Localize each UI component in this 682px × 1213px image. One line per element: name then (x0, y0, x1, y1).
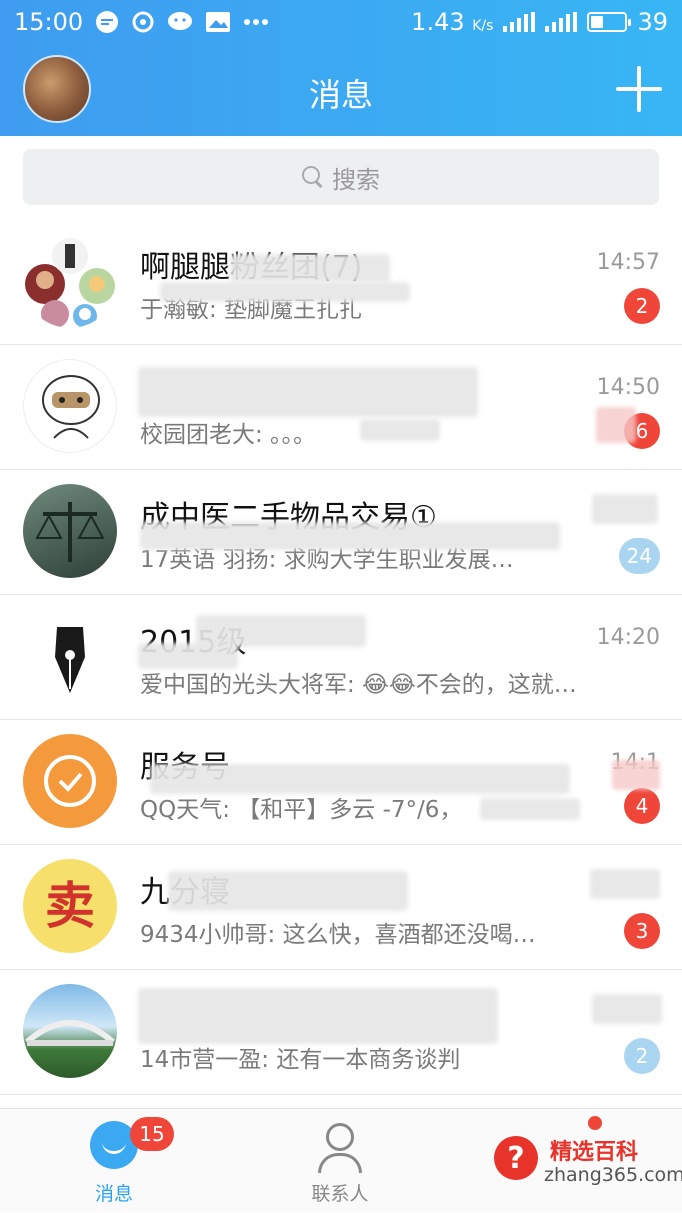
tab-messages[interactable]: 15 消息 (54, 1109, 174, 1213)
cartoon-avatar (23, 359, 117, 453)
watermark: ? 精选百科 zhang365.com (494, 1132, 682, 1192)
signal-icon (503, 12, 536, 32)
blurred-region (480, 798, 580, 820)
conversation-row[interactable]: 2015级 爱中国的光头大将军: 😂😂不会的，这就… 14:20 (0, 595, 682, 720)
signal-4g-icon (545, 12, 578, 32)
search-area: 搜索 (0, 136, 682, 220)
conversation-row[interactable]: 校园团老大: 。。。 14:50 6 (0, 345, 682, 470)
sell-avatar: 卖 (23, 859, 117, 953)
question-icon: ? (494, 1136, 538, 1180)
tab-contacts[interactable]: 联系人 (280, 1109, 400, 1213)
unread-badge: 3 (624, 913, 660, 949)
search-icon (302, 166, 324, 188)
page-title: 消息 (308, 76, 373, 114)
tab-label: 消息 (94, 1183, 133, 1205)
app-header: 15:00 1.43 K/s 39 消息 (0, 0, 682, 136)
blurred-region (592, 494, 658, 524)
unread-badge: 24 (618, 538, 660, 574)
conversation-row[interactable]: 啊腿腿粉丝团(7) 于瀚敏: 垫脚魔王扎扎 14:57 2 (0, 220, 682, 345)
watermark-subtitle: zhang365.com (544, 1164, 682, 1186)
conversation-time: 14:50 (596, 375, 660, 400)
blurred-region (140, 522, 560, 550)
blurred-region (596, 407, 636, 443)
blurred-region (592, 994, 662, 1024)
notification-dot (588, 1116, 602, 1130)
search-input[interactable]: 搜索 (23, 149, 659, 205)
svg-text:卖: 卖 (45, 877, 95, 935)
conversation-preview: 14市营一盈: 还有一本商务谈判 (140, 1047, 461, 1073)
blurred-region (150, 764, 570, 794)
conversation-preview: 爱中国的光头大将军: 😂😂不会的，这就… (140, 672, 577, 698)
blurred-region (168, 871, 408, 911)
pen-nib-avatar (23, 609, 117, 703)
unread-badge: 2 (624, 1038, 660, 1074)
title-bar: 消息 (0, 44, 682, 136)
blurred-region (230, 254, 390, 282)
conversation-time: 14:20 (596, 625, 660, 650)
conversation-time: 14:57 (596, 250, 660, 275)
blurred-region (138, 988, 498, 1044)
battery-icon (587, 12, 632, 32)
bridge-avatar (23, 984, 117, 1078)
network-speed: 1.43 K/s (411, 8, 494, 36)
blurred-region (160, 282, 410, 302)
wechat-icon (167, 10, 193, 34)
blurred-region (590, 869, 660, 899)
conversation-list: 啊腿腿粉丝团(7) 于瀚敏: 垫脚魔王扎扎 14:57 2 校园团老大: 。。。… (0, 220, 682, 1095)
blurred-region (360, 419, 440, 441)
scale-avatar (23, 484, 117, 578)
conversation-row[interactable]: 卖 九分寝 9434小帅哥: 这么快，喜酒都还没喝… 3 (0, 845, 682, 970)
blurred-region (612, 760, 660, 790)
unread-badge: 4 (624, 788, 660, 824)
watermark-title: 精选百科 (550, 1140, 639, 1165)
blurred-region (138, 643, 238, 669)
more-dots-icon (243, 18, 269, 26)
service-avatar (23, 734, 117, 828)
status-bar: 15:00 1.43 K/s 39 (0, 0, 682, 44)
blurred-region (138, 367, 478, 417)
unread-total-badge: 15 (130, 1117, 174, 1151)
add-button[interactable] (614, 64, 664, 114)
weibo-icon (131, 10, 155, 34)
conversation-row[interactable]: 14市营一盈: 还有一本商务谈判 2 (0, 970, 682, 1095)
conversation-row[interactable]: 成中医二手物品交易① 17英语 羽扬: 求购大学生职业发展… 24 (0, 470, 682, 595)
status-time: 15:00 (14, 8, 84, 36)
battery-percent: 39 (637, 8, 668, 36)
group-avatar (23, 234, 117, 328)
search-placeholder: 搜索 (332, 165, 380, 194)
gallery-icon (205, 11, 231, 33)
tab-label: 联系人 (311, 1183, 369, 1205)
conversation-row[interactable]: 服务号 QQ天气: 【和平】多云 -7°/6， 14:1 4 (0, 720, 682, 845)
unread-badge: 2 (624, 288, 660, 324)
person-icon (316, 1121, 364, 1173)
chat-bubble-icon (95, 10, 119, 34)
conversation-preview: 9434小帅哥: 这么快，喜酒都还没喝… (140, 922, 536, 948)
